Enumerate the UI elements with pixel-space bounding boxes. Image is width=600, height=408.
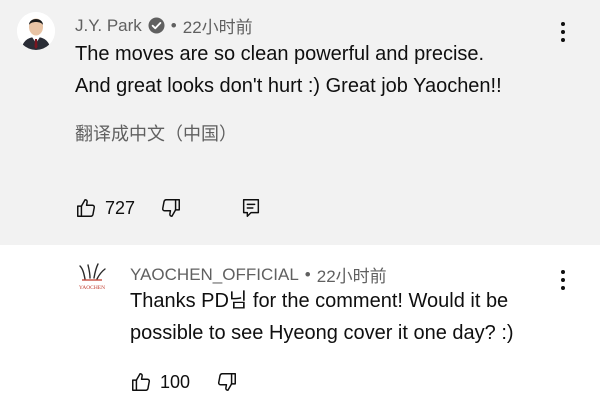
comment-text: The moves are so clean powerful and prec…	[75, 38, 502, 102]
reply-icon	[240, 197, 262, 219]
comment-time[interactable]: 22小时前	[183, 13, 253, 38]
reply-meta: YAOCHEN_OFFICIAL • 22小时前	[130, 262, 387, 287]
comment-text-line: And great looks don't hurt :) Great job …	[75, 75, 502, 97]
reply-text: Thanks PD님 for the comment! Would it be …	[130, 285, 514, 349]
translate-button[interactable]: 翻译成中文（中国）	[75, 120, 237, 146]
reply-text-line: possible to see Hyeong cover it one day?…	[130, 322, 514, 344]
more-vert-icon[interactable]	[558, 20, 568, 44]
thumb-up-icon	[75, 197, 97, 219]
verified-icon	[148, 17, 165, 34]
thumb-up-icon	[130, 371, 152, 393]
avatar[interactable]	[17, 12, 55, 50]
more-vert-icon[interactable]	[558, 268, 568, 292]
reply-text-line: Thanks PD님 for the comment! Would it be	[130, 290, 509, 312]
comment-text-line: The moves are so clean powerful and prec…	[75, 43, 485, 65]
dislike-button[interactable]	[216, 371, 238, 393]
avatar-logo-text: YAOCHEN	[79, 285, 105, 291]
comment-meta: J.Y. Park • 22小时前	[75, 13, 253, 38]
meta-separator: •	[170, 15, 177, 35]
like-count: 100	[160, 371, 191, 392]
like-button[interactable]: 727	[75, 197, 135, 219]
reply-author[interactable]: YAOCHEN_OFFICIAL	[130, 265, 299, 285]
dislike-button[interactable]	[160, 197, 182, 219]
meta-separator: •	[304, 264, 311, 284]
comment-author[interactable]: J.Y. Park	[75, 16, 142, 36]
thumb-down-icon	[160, 197, 182, 219]
like-count: 727	[105, 197, 136, 218]
avatar-logo[interactable]: YAOCHEN	[72, 260, 112, 300]
replies-button[interactable]	[240, 197, 262, 219]
like-button[interactable]: 100	[130, 371, 190, 393]
reply-time[interactable]: 22小时前	[317, 262, 387, 287]
thumb-down-icon	[216, 371, 238, 393]
